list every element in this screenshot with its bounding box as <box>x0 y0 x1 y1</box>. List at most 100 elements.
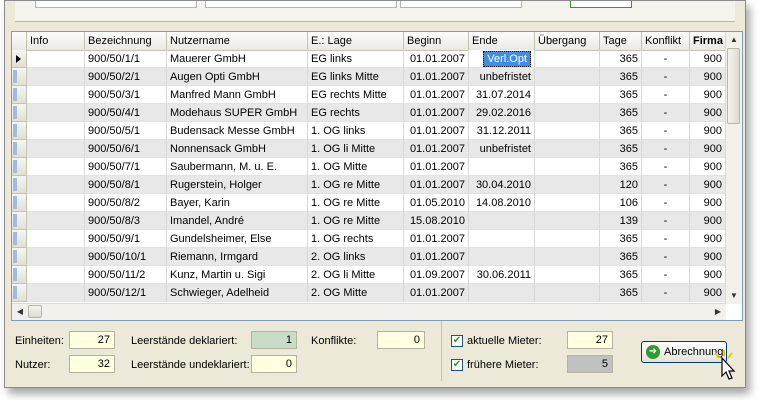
horizontal-scroll-thumb[interactable] <box>28 305 42 318</box>
table-cell[interactable]: - <box>642 140 690 158</box>
row-header[interactable] <box>12 104 27 122</box>
table-cell[interactable]: - <box>642 284 690 302</box>
table-cell[interactable]: 900/50/12/1 <box>85 284 167 302</box>
table-row[interactable]: 900/50/12/1 Schwieger, Adelheid 2. OG Mitt… <box>12 284 726 302</box>
table-cell[interactable]: 120 <box>600 176 642 194</box>
table-cell[interactable] <box>27 230 85 248</box>
table-cell[interactable]: Riemann, Irmgard <box>167 248 308 266</box>
table-cell[interactable]: 900 <box>690 176 726 194</box>
table-cell[interactable] <box>27 176 85 194</box>
row-header[interactable] <box>12 212 27 230</box>
table-cell[interactable]: 2. OG li Mitte <box>308 266 404 284</box>
table-cell[interactable] <box>469 284 535 302</box>
table-cell[interactable]: EG rechts Mitte <box>308 86 404 104</box>
table-cell[interactable] <box>27 122 85 140</box>
table-cell[interactable]: 01.01.2007 <box>404 248 469 266</box>
current-row-indicator-icon[interactable] <box>12 50 27 68</box>
table-cell[interactable]: 15.08.2010 <box>404 212 469 230</box>
table-cell[interactable] <box>27 284 85 302</box>
table-cell[interactable]: 01.01.2007 <box>404 50 469 68</box>
column-header[interactable]: Ende <box>469 32 535 50</box>
column-header[interactable]: Bezeichnung <box>85 32 167 50</box>
table-cell[interactable] <box>27 104 85 122</box>
table-cell[interactable]: 365 <box>600 104 642 122</box>
toolbar-button[interactable] <box>570 1 632 8</box>
table-cell[interactable]: 900 <box>690 50 726 68</box>
table-cell[interactable]: - <box>642 194 690 212</box>
table-cell[interactable]: 365 <box>600 140 642 158</box>
table-cell[interactable]: 14.08.2010 <box>469 194 535 212</box>
table-cell[interactable]: - <box>642 104 690 122</box>
table-cell[interactable]: 2. OG links <box>308 248 404 266</box>
table-cell[interactable]: Schwieger, Adelheid <box>167 284 308 302</box>
table-cell[interactable] <box>535 122 600 140</box>
table-cell[interactable]: 31.07.2014 <box>469 86 535 104</box>
table-row[interactable]: 900/50/8/2 Bayer, Karin 1. OG re Mitte 01.0… <box>12 194 726 212</box>
table-cell[interactable]: 30.06.2011 <box>469 266 535 284</box>
row-header[interactable] <box>12 86 27 104</box>
table-cell[interactable] <box>535 104 600 122</box>
table-cell[interactable]: - <box>642 176 690 194</box>
table-cell[interactable]: Modehaus SUPER GmbH <box>167 104 308 122</box>
table-cell[interactable]: 1. OG links <box>308 122 404 140</box>
table-cell[interactable]: Manfred Mann GmbH <box>167 86 308 104</box>
table-cell[interactable] <box>469 158 535 176</box>
table-cell[interactable]: 900 <box>690 212 726 230</box>
table-cell[interactable] <box>535 248 600 266</box>
toolbar-field[interactable] <box>400 1 522 8</box>
table-row[interactable]: 900/50/10/1 Riemann, Irmgard 2. OG links 01… <box>12 248 726 266</box>
table-cell[interactable]: 365 <box>600 230 642 248</box>
table-row[interactable]: 900/50/1/1 Mauerer GmbH EG links 01.01.2007… <box>12 50 726 68</box>
table-cell[interactable]: 01.01.2007 <box>404 104 469 122</box>
table-cell[interactable] <box>535 212 600 230</box>
table-cell[interactable]: 01.05.2010 <box>404 194 469 212</box>
table-row[interactable]: 900/50/6/1 Nonnensack GmbH 1. OG li Mitte 0… <box>12 140 726 158</box>
table-cell[interactable]: EG links <box>308 50 404 68</box>
horizontal-scrollbar[interactable]: ◀ ▶ <box>12 303 726 320</box>
table-cell[interactable]: 900 <box>690 266 726 284</box>
row-header[interactable] <box>12 230 27 248</box>
table-row[interactable]: 900/50/9/1 Gundelsheimer, Else 1. OG recht… <box>12 230 726 248</box>
table-cell[interactable]: Augen Opti GmbH <box>167 68 308 86</box>
table-cell[interactable]: - <box>642 212 690 230</box>
table-cell[interactable]: 01.01.2007 <box>404 86 469 104</box>
table-cell[interactable] <box>535 68 600 86</box>
table-cell[interactable]: - <box>642 122 690 140</box>
table-cell[interactable]: Gundelsheimer, Else <box>167 230 308 248</box>
table-cell[interactable]: 2. OG Mitte <box>308 284 404 302</box>
table-cell[interactable] <box>27 266 85 284</box>
table-cell[interactable] <box>27 248 85 266</box>
table-cell[interactable]: 900/50/8/1 <box>85 176 167 194</box>
table-cell[interactable]: 900 <box>690 248 726 266</box>
aktuelle-mieter-checkbox[interactable]: ✔ <box>451 335 463 347</box>
table-cell[interactable]: 365 <box>600 122 642 140</box>
table-cell[interactable]: 900 <box>690 194 726 212</box>
row-header[interactable] <box>12 266 27 284</box>
toolbar-field[interactable] <box>35 1 197 8</box>
table-cell[interactable]: unbefristet <box>469 140 535 158</box>
table-cell[interactable]: 900/50/7/1 <box>85 158 167 176</box>
table-cell[interactable] <box>535 50 600 68</box>
table-row[interactable]: 900/50/3/1 Manfred Mann GmbH EG rechts Mit… <box>12 86 726 104</box>
table-cell[interactable]: 01.01.2007 <box>404 158 469 176</box>
table-cell[interactable] <box>535 86 600 104</box>
table-cell[interactable]: EG rechts <box>308 104 404 122</box>
table-cell[interactable]: 365 <box>600 158 642 176</box>
table-row[interactable]: 900/50/7/1 Saubermann, M. u. E. 1. OG Mitt… <box>12 158 726 176</box>
table-cell[interactable]: 900/50/8/3 <box>85 212 167 230</box>
table-cell[interactable]: unbefristet <box>469 68 535 86</box>
table-cell[interactable]: 900/50/1/1 <box>85 50 167 68</box>
table-row[interactable]: 900/50/8/1 Rugerstein, Holger 1. OG re Mit… <box>12 176 726 194</box>
table-cell[interactable]: Nonnensack GmbH <box>167 140 308 158</box>
vertical-scrollbar[interactable]: ▲ ▼ <box>725 32 742 304</box>
toolbar-field[interactable] <box>205 1 397 8</box>
column-header[interactable]: Firma <box>690 32 726 50</box>
table-cell[interactable]: 1. OG re Mitte <box>308 176 404 194</box>
table-cell[interactable]: Budensack Messe GmbH <box>167 122 308 140</box>
table-cell[interactable]: 01.01.2007 <box>404 140 469 158</box>
table-cell[interactable]: 365 <box>600 50 642 68</box>
table-cell[interactable]: 01.01.2007 <box>404 68 469 86</box>
table-cell[interactable]: 365 <box>600 68 642 86</box>
scroll-down-icon[interactable]: ▼ <box>727 289 741 303</box>
table-cell[interactable]: 01.01.2007 <box>404 284 469 302</box>
